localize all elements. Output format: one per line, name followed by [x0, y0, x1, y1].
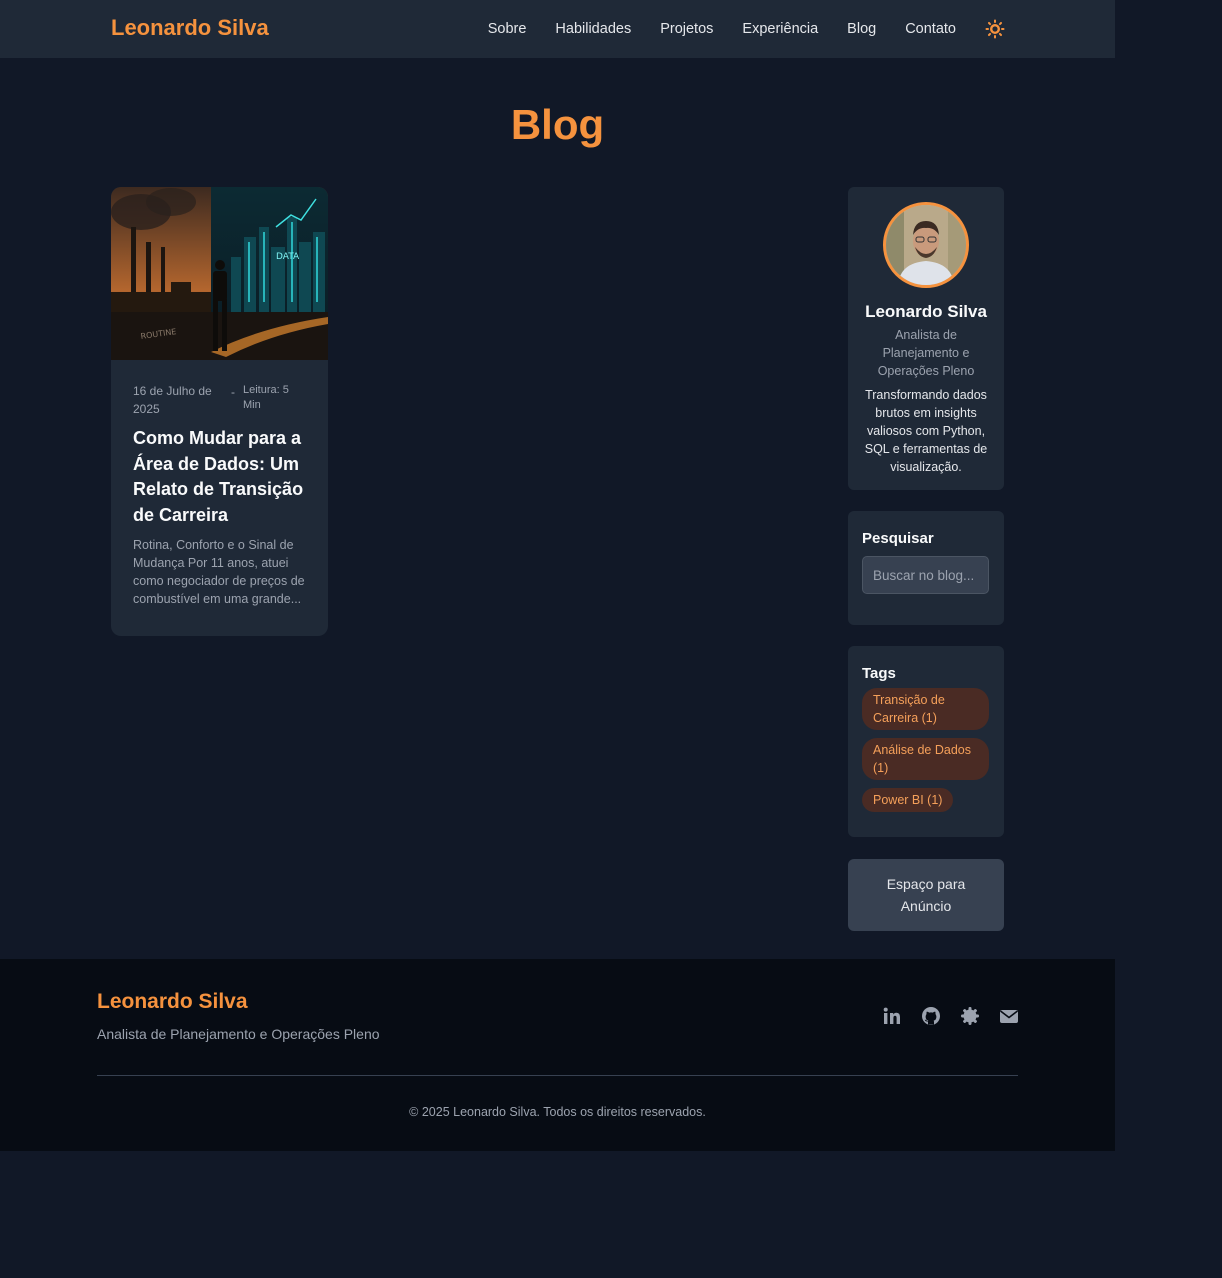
tag-power-bi[interactable]: Power BI (1) — [862, 788, 954, 812]
tag-analise-de-dados[interactable]: Análise de Dados (1) — [862, 738, 989, 780]
footer: Leonardo Silva Analista de Planejamento … — [0, 959, 1115, 1151]
nav-link-contato[interactable]: Contato — [905, 21, 956, 37]
tags-widget-title: Tags — [862, 665, 896, 682]
search-input[interactable] — [862, 556, 989, 594]
github-link[interactable] — [919, 1004, 943, 1028]
post-read-time: Leitura: 5 Min — [243, 384, 289, 411]
profile-bio: Transformando dados brutos em insights v… — [864, 388, 988, 474]
badge-icon — [961, 1007, 979, 1025]
linkedin-link[interactable] — [880, 1004, 904, 1028]
email-link[interactable] — [997, 1004, 1021, 1028]
post-excerpt: Rotina, Conforto e o Sinal de Mudança Po… — [133, 538, 305, 606]
copyright: © 2025 Leonardo Silva. Todos os direitos… — [409, 1105, 706, 1119]
footer-name: Leonardo Silva — [97, 990, 248, 1013]
page-title: Blog — [510, 101, 605, 148]
social-links — [880, 1004, 1036, 1028]
blog-post-card[interactable]: DATA ROUTINE 16 de Julho de 2025 - Leitu… — [111, 187, 328, 636]
nav-link-experiencia[interactable]: Experiência — [742, 21, 818, 37]
theme-toggle-button[interactable] — [985, 19, 1005, 39]
tag-list: Transição de Carreira (1) Análise de Dad… — [862, 688, 990, 820]
badge-link[interactable] — [958, 1004, 982, 1028]
nav-link-blog[interactable]: Blog — [847, 21, 876, 37]
nav-link-sobre[interactable]: Sobre — [488, 21, 527, 37]
ad-placeholder-label: Espaço para Anúncio — [886, 876, 966, 914]
search-widget: Pesquisar — [848, 511, 1004, 625]
tag-transicao-de-carreira[interactable]: Transição de Carreira (1) — [862, 688, 989, 730]
image-text-data: DATA — [276, 252, 300, 262]
post-meta-separator: - — [231, 385, 235, 399]
nav-link-habilidades[interactable]: Habilidades — [555, 21, 631, 37]
ad-placeholder: Espaço para Anúncio — [848, 859, 1004, 931]
post-title[interactable]: Como Mudar para a Área de Dados: Um Rela… — [133, 426, 306, 528]
page: Leonardo Silva Sobre Habilidades Projeto… — [0, 0, 1115, 1151]
post-cover-image: DATA ROUTINE — [111, 187, 328, 360]
envelope-icon — [1000, 1010, 1018, 1023]
footer-role: Analista de Planejamento e Operações Ple… — [97, 1026, 380, 1042]
github-icon — [922, 1007, 940, 1025]
profile-role: Analista de Planejamento e Operações Ple… — [877, 328, 975, 378]
navbar: Leonardo Silva Sobre Habilidades Projeto… — [0, 0, 1115, 58]
profile-name: Leonardo Silva — [865, 302, 987, 321]
avatar — [883, 202, 969, 288]
brand-logo[interactable]: Leonardo Silva — [111, 15, 269, 41]
nav-link-projetos[interactable]: Projetos — [660, 21, 713, 37]
sun-icon — [985, 19, 1005, 39]
post-meta: 16 de Julho de 2025 - Leitura: 5 Min — [133, 382, 306, 418]
avatar-image — [886, 205, 966, 285]
tags-widget: Tags Transição de Carreira (1) Análise d… — [848, 646, 1004, 837]
linkedin-icon — [883, 1007, 900, 1024]
post-date: 16 de Julho de 2025 — [133, 384, 212, 416]
profile-widget: Leonardo Silva Analista de Planejamento … — [848, 187, 1004, 490]
search-widget-title: Pesquisar — [862, 530, 934, 547]
footer-divider — [97, 1075, 1018, 1076]
main-nav: Sobre Habilidades Projetos Experiência B… — [459, 0, 1005, 58]
post-card-body: 16 de Julho de 2025 - Leitura: 5 Min Com… — [111, 360, 328, 608]
